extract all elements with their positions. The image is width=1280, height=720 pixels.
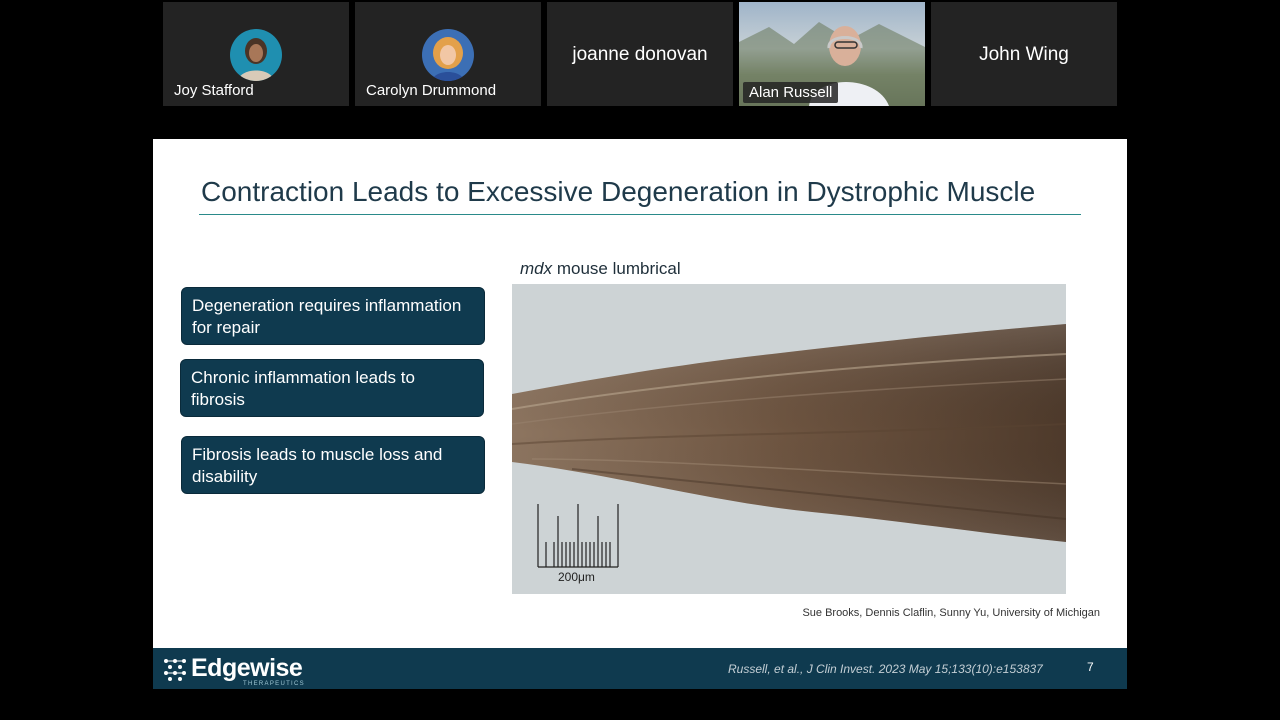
image-caption-italic: mdx <box>520 259 553 278</box>
slide-title: Contraction Leads to Excessive Degenerat… <box>201 176 1036 207</box>
avatar <box>230 29 282 81</box>
slide-footer: Edgewise THERAPEUTICS Russell, et al., J… <box>153 648 1127 689</box>
participant-tile-joy-stafford[interactable]: Joy Stafford <box>163 2 349 106</box>
participant-name: joanne donovan <box>572 44 708 65</box>
citation-reference: Russell, et al., J Clin Invest. 2023 May… <box>728 662 1043 676</box>
participant-tile-alan-russell[interactable]: Alan Russell <box>739 2 925 106</box>
micrograph-image: 200μm <box>512 284 1066 594</box>
callout-box: Fibrosis leads to muscle loss and disabi… <box>181 436 485 494</box>
scale-bar-label: 200μm <box>558 570 595 584</box>
image-caption: mdx mouse lumbrical <box>520 259 681 279</box>
participant-name: Carolyn Drummond <box>366 82 497 99</box>
callout-box: Chronic inflammation leads to fibrosis <box>180 359 484 417</box>
image-credit: Sue Brooks, Dennis Claflin, Sunny Yu, Un… <box>802 607 1100 619</box>
muscle-tissue-graphic <box>512 284 1066 594</box>
image-caption-text: mouse lumbrical <box>552 259 681 278</box>
title-divider <box>199 214 1081 215</box>
participant-name: John Wing <box>979 44 1069 65</box>
avatar <box>422 29 474 81</box>
logo-subtext: THERAPEUTICS <box>243 681 305 687</box>
participant-tile-carolyn-drummond[interactable]: Carolyn Drummond <box>355 2 541 106</box>
callout-box: Degeneration requires inflammation for r… <box>181 287 485 345</box>
participant-name: Alan Russell <box>743 82 839 103</box>
edgewise-helix-icon <box>164 659 186 681</box>
participant-name: Joy Stafford <box>174 82 254 99</box>
participant-tile-john-wing[interactable]: John Wing <box>931 2 1117 106</box>
shared-slide: Contraction Leads to Excessive Degenerat… <box>153 139 1127 689</box>
participant-tile-joanne-donovan[interactable]: joanne donovan <box>547 2 733 106</box>
slide-page-number: 7 <box>1087 660 1094 674</box>
logo-wordmark: Edgewise <box>191 654 303 682</box>
